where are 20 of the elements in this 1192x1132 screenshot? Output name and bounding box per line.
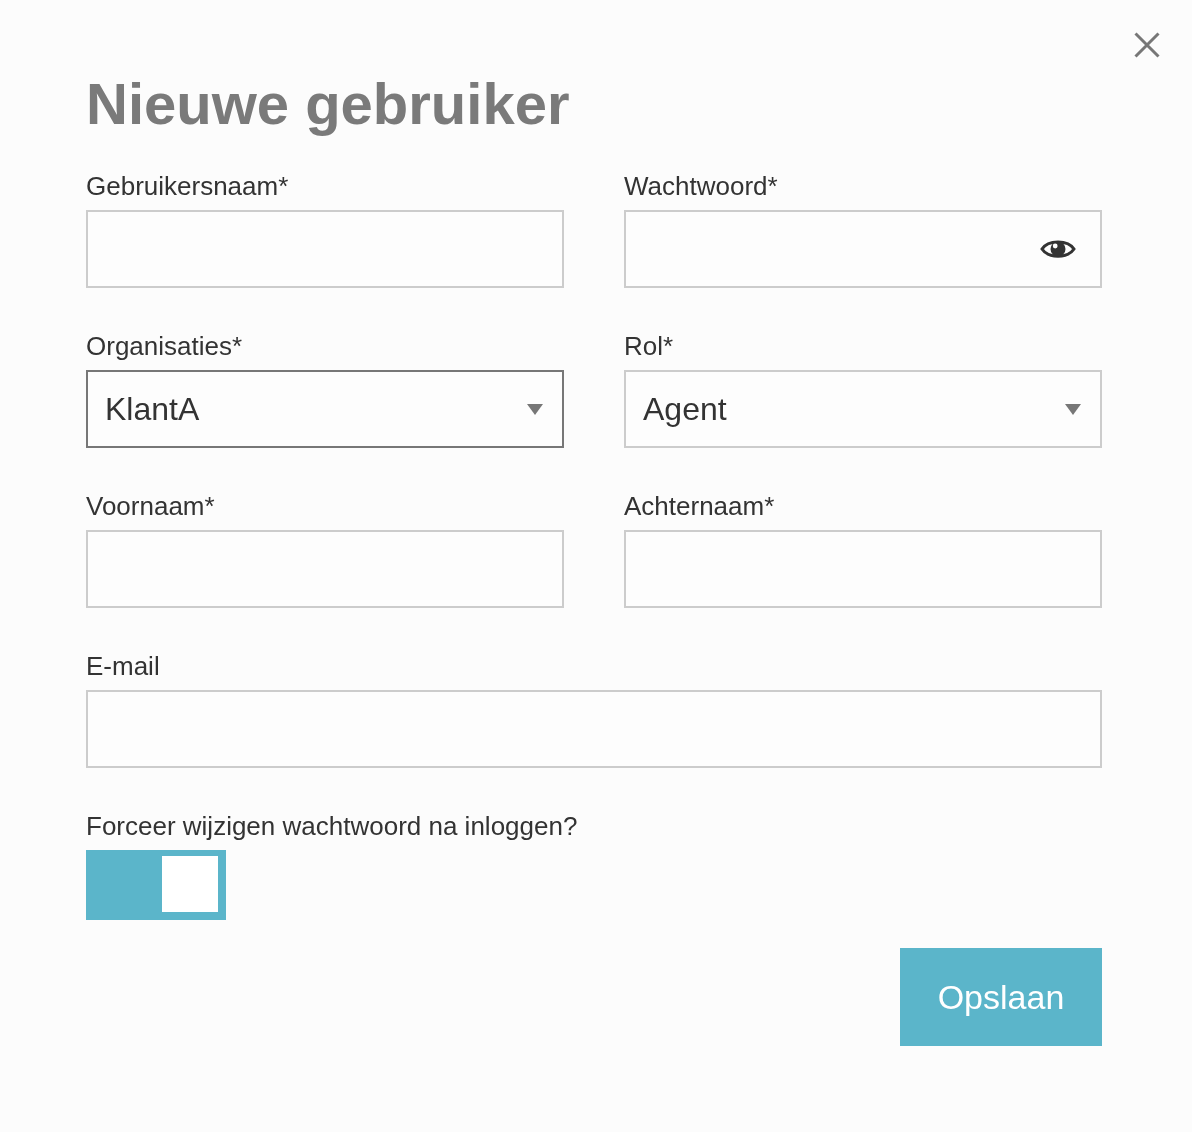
text-field[interactable] [624,530,1102,608]
text-field[interactable] [86,530,564,608]
text-field[interactable] [86,690,1102,768]
toggle-switch[interactable] [86,850,226,920]
field-label: E-mail [86,650,160,683]
field-label: Organisaties* [86,330,243,363]
field-label: Achternaam* [624,490,775,523]
field-label: Wachtwoord* [624,170,778,203]
dropdown[interactable]: Agent [624,370,1102,448]
field-label: Gebruikersnaam* [86,170,289,203]
field-label: Rol* [624,330,674,363]
close-button[interactable] [1134,32,1160,58]
dialog-title: Nieuwe gebruiker [86,70,570,138]
field-label: Voornaam* [86,490,215,523]
text-field[interactable] [86,210,564,288]
caret-icon [1065,403,1081,415]
password-field[interactable] [624,210,1102,288]
dropdown[interactable]: KlantA [86,370,564,448]
toggle-label: Forceer wijzigen wachtwoord na inloggen? [86,810,578,843]
caret-icon [527,403,543,415]
